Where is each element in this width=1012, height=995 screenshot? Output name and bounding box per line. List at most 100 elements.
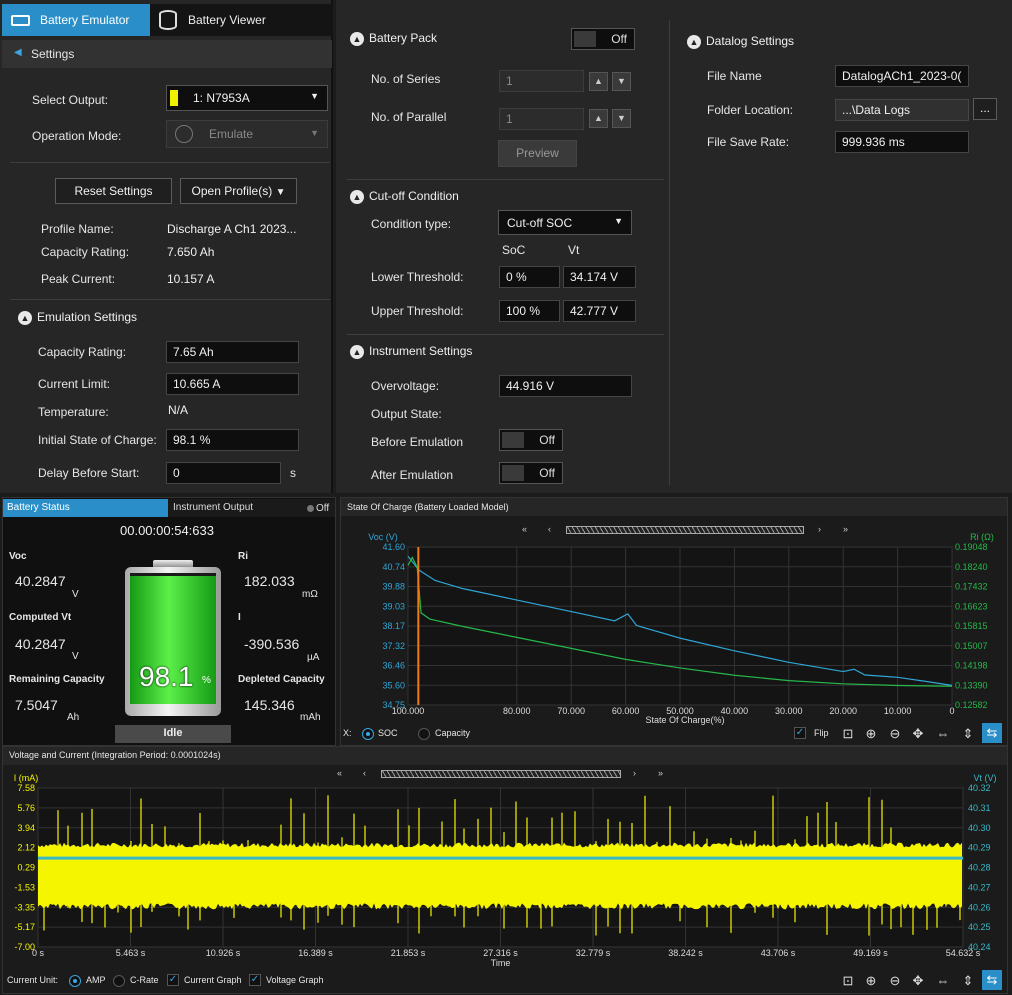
voltage-graph-checkbox[interactable]: ✓ [249,974,261,986]
zoom-region-icon[interactable]: ⊡ [838,724,858,744]
zoom-out-icon[interactable]: ⊖ [885,971,905,991]
cutoff-header[interactable]: ▲ Cut-off Condition [350,189,459,204]
before-emulation-toggle[interactable]: Off [499,429,563,451]
file-name-field[interactable]: DatalogACh1_2023-0( [835,65,969,87]
x-tick-label: 70.000 [557,706,585,716]
y-tick-label: 39.88 [382,582,405,592]
battery-pack-toggle[interactable]: Off [571,28,635,50]
upper-vt-field[interactable]: 42.777 V [563,300,636,322]
settings-title: Settings [31,47,75,61]
x-tick-label: 38.242 s [668,948,703,958]
current-graph-label: Current Graph [184,975,242,985]
file-save-rate-field[interactable]: 999.936 ms [835,131,969,153]
preview-button[interactable]: Preview [498,140,577,167]
condition-type-dropdown[interactable]: Cut-off SOC ▼ [498,210,632,235]
y2-tick-label: 0.12582 [955,700,988,710]
current-limit-label: Current Limit: [38,377,111,391]
y2-tick-label: 0.19048 [955,542,988,552]
y-tick-label: 39.03 [382,601,405,611]
x-tick-label: 21.853 s [391,948,426,958]
zoom-in-icon[interactable]: ⊕ [861,724,881,744]
select-output-dropdown[interactable]: 1: N7953A ▼ [166,85,328,111]
crate-radio[interactable] [113,975,125,987]
battery-pack-header[interactable]: ▲ Battery Pack [350,31,437,46]
series-down-button[interactable]: ▼ [612,72,631,91]
pan-mode-icon[interactable]: ⇆ [982,723,1002,743]
computed-vt-unit: V [72,651,79,662]
parallel-up-button[interactable]: ▲ [589,109,608,128]
temperature-value: N/A [168,403,189,417]
y-tick-label: 2.12 [17,843,35,853]
fit-horizontal-icon[interactable]: ⇔ [933,724,953,744]
tab-battery-status[interactable]: Battery Status [3,499,168,517]
upper-soc-field[interactable]: 100 % [499,300,560,322]
y-tick-label: -5.17 [14,922,35,932]
toggle-knob [574,31,596,47]
divider [347,334,664,335]
fit-all-icon[interactable]: ✥ [908,971,928,991]
tab-viewer-label: Battery Viewer [188,13,266,27]
y-tick-label: 41.60 [382,542,405,552]
y2-tick-label: 0.16623 [955,601,988,611]
tab-battery-emulator[interactable]: Battery Emulator [2,4,150,36]
divider [10,162,330,163]
delay-field[interactable]: 0 [166,462,281,484]
current-limit-field[interactable]: 10.665 A [166,373,299,395]
overvoltage-label: Overvoltage: [371,379,440,393]
emu-capacity-field[interactable]: 7.65 Ah [166,341,299,363]
parallel-down-button[interactable]: ▼ [612,109,631,128]
soc-radio-label: SOC [378,728,398,738]
amp-radio[interactable] [69,975,81,987]
reset-settings-button[interactable]: Reset Settings [55,178,172,204]
channel-color-icon [170,90,178,106]
tab-battery-viewer[interactable]: Battery Viewer [150,4,333,36]
zoom-out-icon[interactable]: ⊖ [885,724,905,744]
crate-radio-label: C-Rate [130,975,159,985]
instrument-settings-header[interactable]: ▲ Instrument Settings [350,344,472,359]
remaining-capacity-unit: Ah [67,712,80,723]
lower-vt-field[interactable]: 34.174 V [563,266,636,288]
flip-checkbox[interactable]: ✓ [794,727,806,739]
folder-field[interactable]: ...\Data Logs [835,99,969,121]
y-tick-label: -1.53 [14,882,35,892]
instrument-settings-title: Instrument Settings [369,344,473,358]
lower-soc-field[interactable]: 0 % [499,266,560,288]
toggle-state: Off [539,466,555,480]
series-field[interactable]: 1 [499,70,584,92]
condition-type-label: Condition type: [371,217,452,231]
operation-mode-label: Operation Mode: [32,129,122,143]
series-up-button[interactable]: ▲ [589,72,608,91]
y2-tick-label: 40.30 [968,823,991,833]
datalog-header[interactable]: ▲ Datalog Settings [687,34,794,49]
x-tick-label: 27.316 s [483,948,518,958]
x-tick-label: 60.000 [612,706,640,716]
y2-tick-label: 40.32 [968,783,991,793]
fit-vertical-icon[interactable]: ⇕ [958,971,978,991]
soc-radio[interactable] [362,728,374,740]
battery-gauge: 98.1 % [125,560,221,716]
toggle-state: Off [611,32,627,46]
file-save-rate-label: File Save Rate: [707,135,790,149]
operation-mode-dropdown[interactable]: Emulate ▼ [166,120,328,148]
fit-horizontal-icon[interactable]: ⇔ [933,971,953,991]
settings-header[interactable]: ◀ Settings [2,40,332,68]
pan-mode-icon[interactable]: ⇆ [982,970,1002,990]
zoom-in-icon[interactable]: ⊕ [861,971,881,991]
capacity-radio[interactable] [418,728,430,740]
after-emulation-toggle[interactable]: Off [499,462,563,484]
emulation-settings-header[interactable]: ▲ Emulation Settings [18,310,137,325]
parallel-field[interactable]: 1 [499,108,584,130]
y-tick-label: 3.94 [17,823,35,833]
browse-folder-button[interactable]: ... [973,98,997,120]
initial-soc-field[interactable]: 98.1 % [166,429,299,451]
capacity-rating-label: Capacity Rating: [41,245,130,259]
amp-radio-label: AMP [86,975,106,985]
open-profiles-button[interactable]: Open Profile(s) ▼ [180,178,297,204]
depleted-capacity-unit: mAh [300,712,321,723]
fit-vertical-icon[interactable]: ⇕ [958,724,978,744]
fit-all-icon[interactable]: ✥ [908,724,928,744]
datalog-title: Datalog Settings [706,34,795,48]
overvoltage-field[interactable]: 44.916 V [499,375,632,397]
zoom-region-icon[interactable]: ⊡ [838,971,858,991]
current-graph-checkbox[interactable]: ✓ [167,974,179,986]
